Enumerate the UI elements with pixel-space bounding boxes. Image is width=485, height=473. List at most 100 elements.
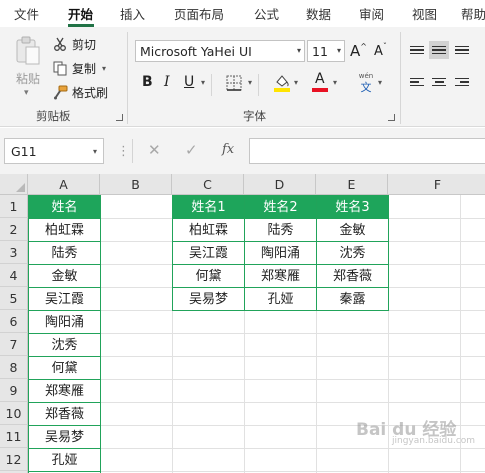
align-bottom-icon[interactable] xyxy=(452,41,472,59)
underline-button[interactable]: U xyxy=(184,74,194,90)
cut-button[interactable]: 剪切 xyxy=(52,34,96,54)
cell-e5[interactable]: 秦露 xyxy=(316,287,389,311)
borders-icon[interactable] xyxy=(226,75,242,91)
column-header-e[interactable]: E xyxy=(316,174,388,195)
decrease-font-icon[interactable]: Aˇ xyxy=(374,42,387,59)
cell-d1[interactable]: 姓名2 xyxy=(244,195,317,219)
cell-a7[interactable]: 沈秀 xyxy=(28,333,101,357)
chevron-down-icon[interactable]: ▾ xyxy=(333,78,337,87)
cell-a11[interactable]: 吴易梦 xyxy=(28,425,101,449)
clipboard-launcher-icon[interactable] xyxy=(116,114,123,121)
name-box[interactable]: G11 ▾ xyxy=(4,138,104,164)
row-header[interactable]: 11 xyxy=(0,425,28,448)
tab-home[interactable]: 开始 xyxy=(68,4,93,23)
cell-e4[interactable]: 郑香薇 xyxy=(316,264,389,288)
bold-button[interactable]: B xyxy=(142,74,153,90)
row-header[interactable]: 7 xyxy=(0,333,28,356)
align-top-icon[interactable] xyxy=(407,41,427,59)
column-header-a[interactable]: A xyxy=(28,174,100,195)
row-header[interactable]: 3 xyxy=(0,241,28,264)
group-divider xyxy=(127,32,128,124)
cell-a10[interactable]: 郑香薇 xyxy=(28,402,101,426)
chevron-down-icon[interactable]: ▾ xyxy=(201,78,205,87)
cell-c4[interactable]: 何黛 xyxy=(172,264,245,288)
cell-d2[interactable]: 陆秀 xyxy=(244,218,317,242)
tab-formulas[interactable]: 公式 xyxy=(254,4,279,23)
worksheet-grid[interactable]: A B C D E F 1 2 3 4 5 6 7 8 9 10 11 12 1… xyxy=(0,174,485,473)
chevron-down-icon[interactable]: ▾ xyxy=(102,64,106,73)
align-middle-icon[interactable] xyxy=(429,41,449,59)
column-header-c[interactable]: C xyxy=(172,174,244,195)
cell-c3[interactable]: 吴江霞 xyxy=(172,241,245,265)
chevron-down-icon: ▾ xyxy=(92,147,97,156)
cell-d5[interactable]: 孔娅 xyxy=(244,287,317,311)
cell-c2[interactable]: 柏虹霖 xyxy=(172,218,245,242)
check-icon[interactable]: ✓ xyxy=(185,141,198,159)
column-header-b[interactable]: B xyxy=(100,174,172,195)
font-name-dropdown[interactable]: Microsoft YaHei UI ▾ xyxy=(135,40,305,62)
phonetic-bottom: 文 xyxy=(360,81,372,94)
cell-d4[interactable]: 郑寒雁 xyxy=(244,264,317,288)
row-header[interactable]: 12 xyxy=(0,448,28,471)
font-launcher-icon[interactable] xyxy=(388,114,395,121)
cell-a9[interactable]: 郑寒雁 xyxy=(28,379,101,403)
format-painter-button[interactable]: 格式刷 xyxy=(52,82,108,102)
tab-page-layout[interactable]: 页面布局 xyxy=(174,4,224,23)
phonetic-top: wén xyxy=(358,72,374,80)
tab-review[interactable]: 审阅 xyxy=(359,4,384,23)
cell-a2[interactable]: 柏虹霖 xyxy=(28,218,101,242)
copy-button[interactable]: 复制 ▾ xyxy=(52,58,106,78)
cell-a8[interactable]: 何黛 xyxy=(28,356,101,380)
increase-font-icon[interactable]: A^ xyxy=(350,42,367,60)
column-header-f[interactable]: F xyxy=(388,174,485,195)
cell-d3[interactable]: 陶阳涌 xyxy=(244,241,317,265)
row-header[interactable]: 10 xyxy=(0,402,28,425)
row-header[interactable]: 9 xyxy=(0,379,28,402)
tab-help[interactable]: 帮助 xyxy=(461,4,485,23)
select-all-corner[interactable] xyxy=(0,174,28,195)
row-header[interactable]: 4 xyxy=(0,264,28,287)
cell-a12[interactable]: 孔娅 xyxy=(28,448,101,472)
tab-file[interactable]: 文件 xyxy=(14,4,39,23)
insert-function-button[interactable]: fx xyxy=(222,142,234,157)
align-center-icon[interactable] xyxy=(429,73,449,91)
chevron-down-icon[interactable]: ▾ xyxy=(294,78,298,87)
chevron-down-icon[interactable]: ▾ xyxy=(248,78,252,87)
cell-e2[interactable]: 金敏 xyxy=(316,218,389,242)
more-options-icon[interactable]: ⋮ xyxy=(117,144,130,159)
column-header-d[interactable]: D xyxy=(244,174,316,195)
fill-color-icon[interactable] xyxy=(274,73,290,93)
tab-insert[interactable]: 插入 xyxy=(120,4,145,23)
font-divider xyxy=(258,74,259,96)
menu-bar: 文件 开始 插入 页面布局 公式 数据 审阅 视图 帮助 xyxy=(0,0,485,27)
formula-input[interactable] xyxy=(249,138,485,164)
align-right-icon[interactable] xyxy=(452,73,472,91)
row-header[interactable]: 1 xyxy=(0,195,28,218)
font-color-icon[interactable]: A xyxy=(312,71,328,93)
italic-button[interactable]: I xyxy=(164,74,170,90)
phonetic-icon[interactable]: wén 文 xyxy=(352,72,380,96)
align-left-icon[interactable] xyxy=(407,73,427,91)
cell-a4[interactable]: 金敏 xyxy=(28,264,101,288)
cell-a6[interactable]: 陶阳涌 xyxy=(28,310,101,334)
cell-a5[interactable]: 吴江霞 xyxy=(28,287,101,311)
row-header[interactable]: 5 xyxy=(0,287,28,310)
fill-color-swatch xyxy=(274,88,290,92)
cell-e1[interactable]: 姓名3 xyxy=(316,195,389,219)
tab-data[interactable]: 数据 xyxy=(306,4,331,23)
cell-a1[interactable]: 姓名 xyxy=(28,195,101,219)
cell-e3[interactable]: 沈秀 xyxy=(316,241,389,265)
cell-a3[interactable]: 陆秀 xyxy=(28,241,101,265)
close-icon[interactable]: ✕ xyxy=(148,141,161,159)
chevron-down-icon[interactable]: ▾ xyxy=(378,78,382,87)
font-divider xyxy=(211,74,212,96)
row-header[interactable]: 2 xyxy=(0,218,28,241)
format-painter-label: 格式刷 xyxy=(72,85,109,100)
copy-label: 复制 xyxy=(72,61,97,76)
cell-c5[interactable]: 吴易梦 xyxy=(172,287,245,311)
cell-c1[interactable]: 姓名1 xyxy=(172,195,245,219)
tab-view[interactable]: 视图 xyxy=(412,4,437,23)
row-header[interactable]: 6 xyxy=(0,310,28,333)
font-size-dropdown[interactable]: 11 ▾ xyxy=(307,40,345,62)
row-header[interactable]: 8 xyxy=(0,356,28,379)
